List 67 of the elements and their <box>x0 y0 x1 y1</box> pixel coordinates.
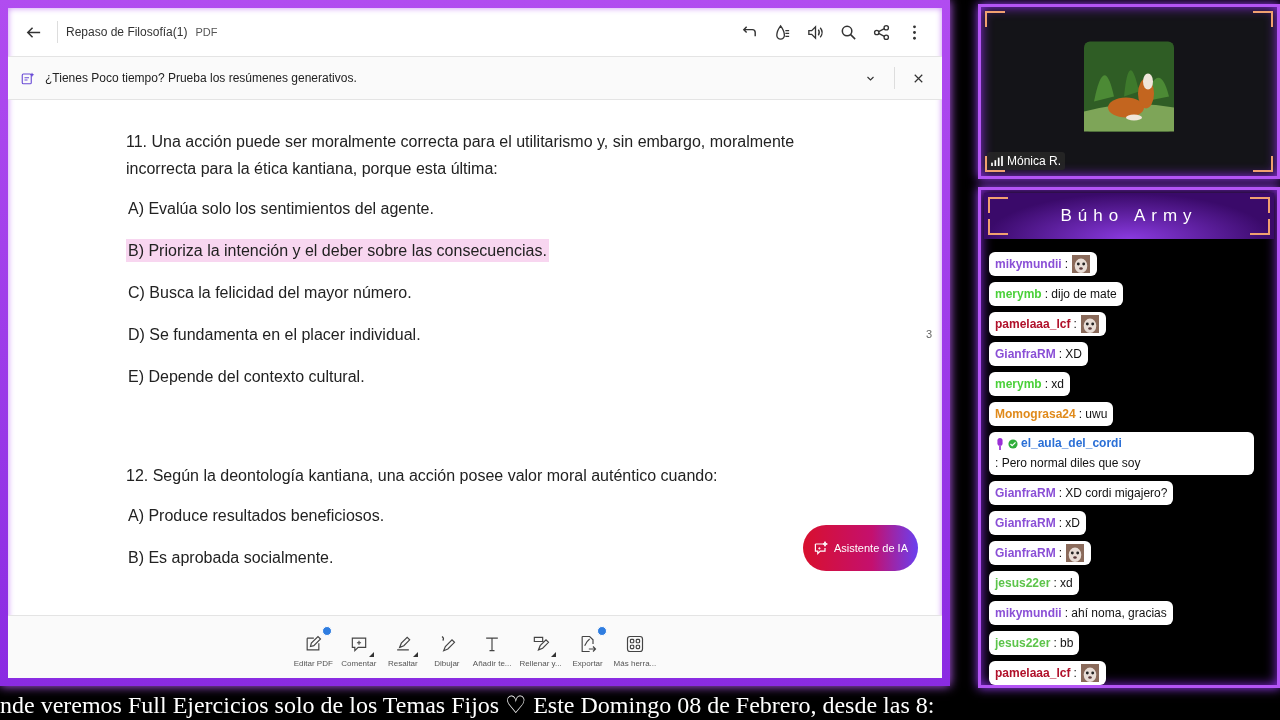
chat-text: : bb <box>1053 636 1074 650</box>
ai-chat-icon <box>813 540 829 556</box>
corner-bracket <box>988 219 1008 235</box>
tool-button[interactable]: Exportar <box>567 624 608 670</box>
tool-button[interactable]: Dibujar <box>426 624 467 670</box>
chat-text: : uwu <box>1078 407 1108 421</box>
chat-username: merymb <box>995 287 1042 301</box>
answer-option: E) Depende del contexto cultural. <box>126 365 367 388</box>
chat-text: : Pero normal diles que soy <box>995 455 1142 472</box>
document-title: Repaso de Filosofía(1) <box>66 25 188 39</box>
chat-text: : xd <box>1044 377 1065 391</box>
chat-username: pamelaaa_lcf <box>995 666 1071 680</box>
chat-username: Momograsa24 <box>995 407 1076 421</box>
chat-username: GianfraRM <box>995 347 1056 361</box>
answer-option: B) Es aprobada socialmente. <box>126 546 336 569</box>
corner-bracket <box>1250 219 1270 235</box>
question-text: 11. Una acción puede ser moralmente correcta para el utilitarismo y, sin embargo, moralmente incorrecta para la ética kantiana, porque esta última: <box>126 132 796 179</box>
chat-text: : xD <box>1058 516 1081 530</box>
corner-bracket <box>1253 11 1273 27</box>
answer-option: A) Evalúa solo los sentimientos del agente. <box>126 197 436 220</box>
tool-button[interactable]: Añadir te... <box>470 624 514 670</box>
signal-icon <box>991 156 1003 166</box>
tool-button[interactable]: Editar PDF <box>291 624 335 670</box>
ai-assistant-button[interactable]: Asistente de IA <box>803 525 918 571</box>
chat-username: GianfraRM <box>995 486 1056 500</box>
answer-option: D) Se fundamenta en el placer individual. <box>126 323 423 346</box>
chat-colon: : <box>1058 546 1063 560</box>
corner-bracket <box>988 197 1008 213</box>
chat-username: jesus22er <box>995 576 1051 590</box>
chat-text: : XD cordi migajero? <box>1058 486 1168 500</box>
grid-icon <box>624 633 645 654</box>
question-text: 12. Según la deontología kantiana, una acción posee valor moral auténtico cuando: <box>126 466 719 486</box>
chat-text: : XD <box>1058 347 1083 361</box>
chat-username: mikymundii <box>995 606 1062 620</box>
ticker-text: nde veremos Full Ejercicios solo de los Temas Fijos ♡ Este Domingo 08 de Febrero, desde las 8: <box>0 691 936 720</box>
corner-bracket <box>985 11 1005 27</box>
verified-icon <box>1008 437 1018 450</box>
corner-bracket <box>1250 197 1270 213</box>
chat-username: GianfraRM <box>995 516 1056 530</box>
chat-text: : ahí noma, gracias <box>1064 606 1167 620</box>
chat-username: pamelaaa_lcf <box>995 317 1071 331</box>
chat-username: jesus22er <box>995 636 1051 650</box>
chat-text: : xd <box>1053 576 1073 590</box>
chat-username: el_aula_del_cordi <box>1021 435 1122 452</box>
participant-name: Mónica R. <box>1007 154 1062 168</box>
tool-button[interactable]: Resaltar <box>382 624 423 670</box>
chat-title: Búho Army <box>1060 206 1198 226</box>
tool-button[interactable]: Más herra... <box>611 624 659 670</box>
answer-option: B) Prioriza la intención y el deber sobre las consecuencias. <box>126 239 549 262</box>
chat-username: merymb <box>995 377 1042 391</box>
tool-button[interactable]: Rellenar y... <box>517 624 564 670</box>
answer-option: A) Produce resultados beneficiosos. <box>126 504 387 527</box>
file-type-label: PDF <box>195 26 218 38</box>
page-number: 3 <box>925 328 932 340</box>
share-icon[interactable] <box>872 22 891 42</box>
read-mode-icon[interactable] <box>773 22 792 42</box>
answer-option: C) Busca la felicidad del mayor número. <box>126 281 414 304</box>
chat-colon: : <box>1064 257 1069 271</box>
chat-username: mikymundii <box>995 257 1062 271</box>
banner-text: ¿Tienes Poco tiempo? Prueba los resúmenes generativos. <box>45 71 357 85</box>
summary-icon <box>20 70 35 86</box>
chat-username: GianfraRM <box>995 546 1056 560</box>
chat-colon: : <box>1073 317 1077 331</box>
tool-button[interactable]: Comentar <box>338 624 379 670</box>
corner-bracket <box>1253 156 1273 172</box>
chat-colon: : <box>1073 666 1077 680</box>
chat-text: : dijo de mate <box>1044 287 1117 301</box>
